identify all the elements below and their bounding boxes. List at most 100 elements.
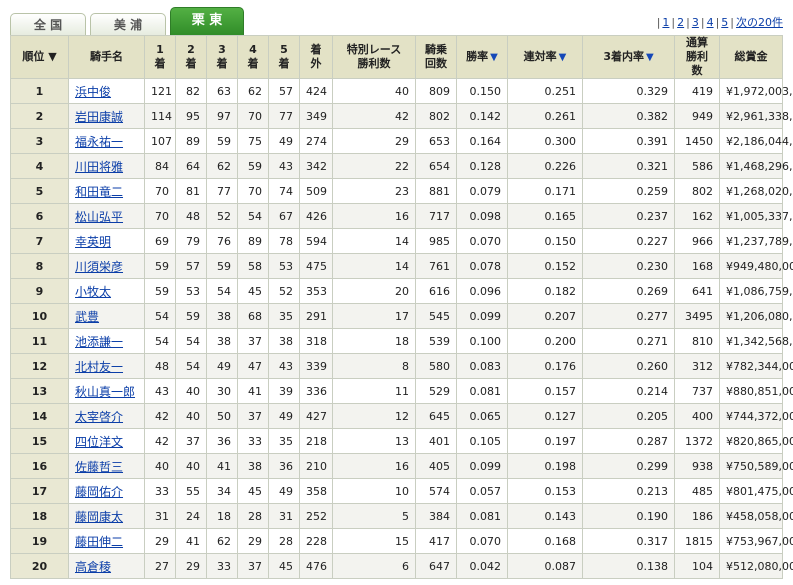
special-wins: 18 bbox=[332, 328, 416, 354]
win-rate: 0.128 bbox=[456, 153, 508, 179]
jockey-name-link[interactable]: 池添謙一 bbox=[75, 335, 123, 349]
total-prize: ¥1,206,080,000 bbox=[719, 303, 793, 329]
jockey-name-link[interactable]: 浜中俊 bbox=[75, 85, 111, 99]
jockey-name-link[interactable]: 岩田康誠 bbox=[75, 110, 123, 124]
special-wins: 11 bbox=[332, 378, 416, 404]
page-link-5[interactable]: 5 bbox=[721, 16, 728, 29]
rank-cell: 1 bbox=[10, 78, 69, 104]
jockey-name-link[interactable]: 和田竜二 bbox=[75, 185, 123, 199]
third-count: 38 bbox=[206, 303, 238, 329]
tab-ritto[interactable]: 栗 東 bbox=[170, 7, 244, 37]
jockey-name-link[interactable]: 藤岡康太 bbox=[75, 510, 123, 524]
jockey-name-link[interactable]: 川須栄彦 bbox=[75, 260, 123, 274]
page-link-4[interactable]: 4 bbox=[707, 16, 714, 29]
page-link-1[interactable]: 1 bbox=[662, 16, 669, 29]
career-wins: 966 bbox=[674, 228, 720, 254]
third-count: 34 bbox=[206, 478, 238, 504]
quinella-rate: 0.198 bbox=[507, 453, 583, 479]
quinella-rate: 0.207 bbox=[507, 303, 583, 329]
first-count: 70 bbox=[144, 178, 176, 204]
out-count: 218 bbox=[299, 428, 333, 454]
win-rate: 0.083 bbox=[456, 353, 508, 379]
rides-count: 653 bbox=[415, 128, 457, 154]
jockey-name-link[interactable]: 川田将雅 bbox=[75, 160, 123, 174]
rides-count: 384 bbox=[415, 503, 457, 529]
header-quinella-rate[interactable]: 連対率 ▼ bbox=[507, 35, 583, 79]
quinella-rate: 0.153 bbox=[507, 478, 583, 504]
jockey-name-link[interactable]: 藤田伸二 bbox=[75, 535, 123, 549]
table-body: 1 浜中俊 121 82 63 62 57 424 40 809 0.150 0.251 0.329 41… bbox=[10, 78, 793, 579]
header-rank[interactable]: 順位 ▼ bbox=[10, 35, 69, 79]
win-rate: 0.057 bbox=[456, 478, 508, 504]
jockey-name-link[interactable]: 小牧太 bbox=[75, 285, 111, 299]
fifth-count: 36 bbox=[268, 453, 300, 479]
rank-cell: 5 bbox=[10, 178, 69, 204]
first-count: 33 bbox=[144, 478, 176, 504]
rides-count: 802 bbox=[415, 103, 457, 129]
page-link-2[interactable]: 2 bbox=[677, 16, 684, 29]
career-wins: 938 bbox=[674, 453, 720, 479]
next-page-link[interactable]: 次の20件 bbox=[736, 16, 783, 29]
win-rate: 0.096 bbox=[456, 278, 508, 304]
jockey-name-cell: 秋山真一郎 bbox=[68, 378, 145, 404]
jockey-name-link[interactable]: 福永祐一 bbox=[75, 135, 123, 149]
jockey-name-link[interactable]: 幸英明 bbox=[75, 235, 111, 249]
fourth-count: 37 bbox=[237, 403, 269, 429]
second-count: 29 bbox=[175, 553, 207, 579]
jockey-name-link[interactable]: 北村友一 bbox=[75, 360, 123, 374]
fifth-count: 74 bbox=[268, 178, 300, 204]
header-career-line1: 通算 bbox=[686, 36, 708, 49]
win-rate: 0.100 bbox=[456, 328, 508, 354]
out-count: 476 bbox=[299, 553, 333, 579]
total-prize: ¥1,268,020,000 bbox=[719, 178, 793, 204]
jockey-name-cell: 岩田康誠 bbox=[68, 103, 145, 129]
fourth-count: 59 bbox=[237, 153, 269, 179]
quinella-rate: 0.143 bbox=[507, 503, 583, 529]
table-row: 7 幸英明 69 79 76 89 78 594 14 985 0.070 0.150 0.227 966… bbox=[10, 228, 793, 254]
quinella-rate: 0.226 bbox=[507, 153, 583, 179]
first-count: 59 bbox=[144, 278, 176, 304]
third-count: 63 bbox=[206, 78, 238, 104]
table-row: 15 四位洋文 42 37 36 33 35 218 13 401 0.105 0.197 0.287 1… bbox=[10, 428, 793, 454]
jockey-name-link[interactable]: 太宰啓介 bbox=[75, 410, 123, 424]
jockey-name-link[interactable]: 高倉稜 bbox=[75, 560, 111, 574]
total-prize: ¥753,967,000 bbox=[719, 528, 793, 554]
fourth-count: 45 bbox=[237, 278, 269, 304]
table-row: 5 和田竜二 70 81 77 70 74 509 23 881 0.079 0.171 0.259 80… bbox=[10, 178, 793, 204]
table-row: 16 佐藤哲三 40 40 41 38 36 210 16 405 0.099 0.198 0.299 9… bbox=[10, 453, 793, 479]
jockey-name-cell: 池添謙一 bbox=[68, 328, 145, 354]
rides-count: 405 bbox=[415, 453, 457, 479]
jockey-name-link[interactable]: 秋山真一郎 bbox=[75, 385, 135, 399]
fourth-count: 62 bbox=[237, 78, 269, 104]
second-count: 54 bbox=[175, 353, 207, 379]
jockey-name-link[interactable]: 佐藤哲三 bbox=[75, 460, 123, 474]
total-prize: ¥782,344,000 bbox=[719, 353, 793, 379]
top3-rate: 0.260 bbox=[582, 353, 675, 379]
fifth-count: 39 bbox=[268, 378, 300, 404]
special-wins: 17 bbox=[332, 303, 416, 329]
fourth-count: 38 bbox=[237, 453, 269, 479]
header-win-rate[interactable]: 勝率 ▼ bbox=[456, 35, 508, 79]
jockey-name-cell: 福永祐一 bbox=[68, 128, 145, 154]
tab-national[interactable]: 全 国 bbox=[10, 13, 86, 37]
out-count: 358 bbox=[299, 478, 333, 504]
first-count: 59 bbox=[144, 253, 176, 279]
table-row: 8 川須栄彦 59 57 59 58 53 475 14 761 0.078 0.152 0.230 16… bbox=[10, 253, 793, 279]
rides-count: 539 bbox=[415, 328, 457, 354]
header-second: 2着 bbox=[175, 35, 207, 79]
jockey-name-link[interactable]: 藤岡佑介 bbox=[75, 485, 123, 499]
page-link-3[interactable]: 3 bbox=[692, 16, 699, 29]
tab-miho[interactable]: 美 浦 bbox=[90, 13, 166, 37]
jockey-name-link[interactable]: 武豊 bbox=[75, 310, 99, 324]
first-count: 48 bbox=[144, 353, 176, 379]
quinella-rate: 0.197 bbox=[507, 428, 583, 454]
total-prize: ¥744,372,000 bbox=[719, 403, 793, 429]
header-top3-rate[interactable]: 3着内率 ▼ bbox=[582, 35, 675, 79]
top3-rate: 0.227 bbox=[582, 228, 675, 254]
jockey-name-link[interactable]: 四位洋文 bbox=[75, 435, 123, 449]
career-wins: 1450 bbox=[674, 128, 720, 154]
jockey-name-link[interactable]: 松山弘平 bbox=[75, 210, 123, 224]
fourth-count: 33 bbox=[237, 428, 269, 454]
quinella-rate: 0.171 bbox=[507, 178, 583, 204]
fifth-count: 53 bbox=[268, 253, 300, 279]
